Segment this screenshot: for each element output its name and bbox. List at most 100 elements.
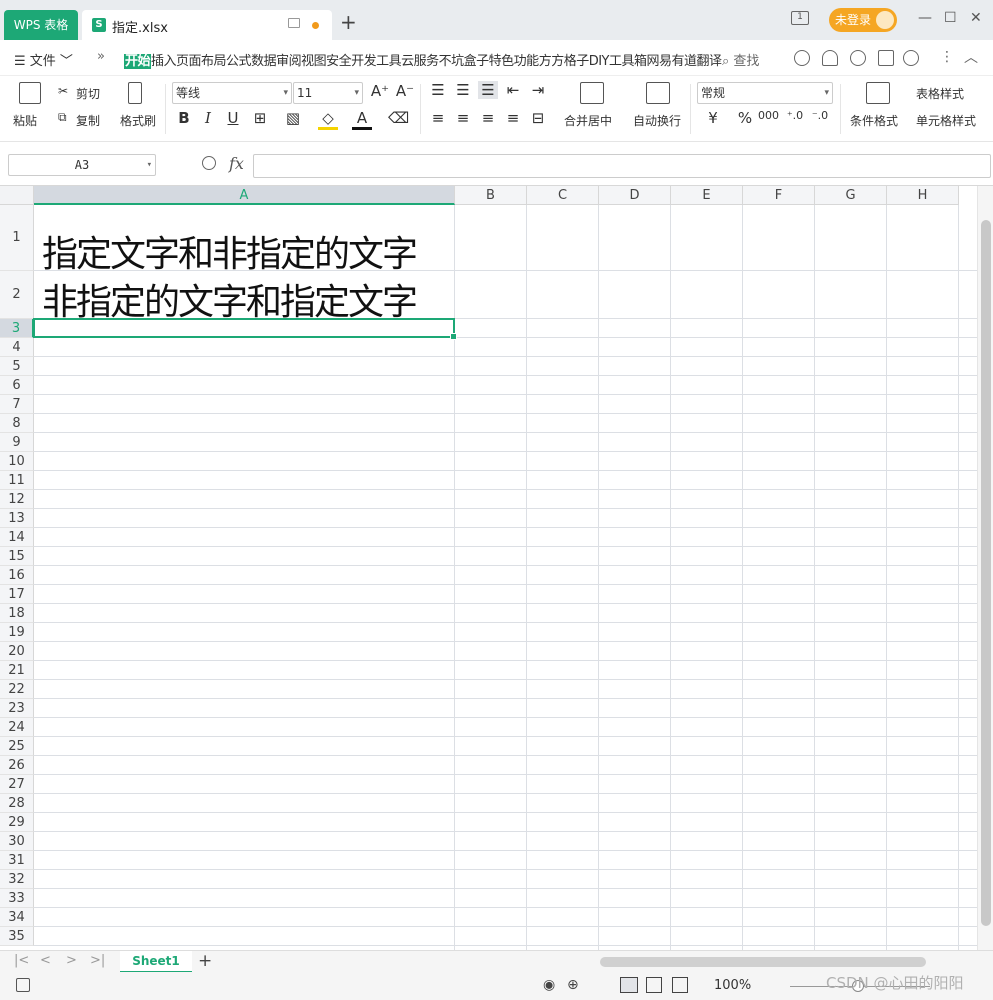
currency-button[interactable]: ¥ bbox=[703, 109, 723, 127]
align-center-icon[interactable]: ≡ bbox=[453, 109, 473, 127]
formula-input[interactable] bbox=[253, 154, 991, 178]
decrease-decimal-icon[interactable]: ⁻.0 bbox=[810, 109, 830, 122]
tab-data[interactable]: 数据 bbox=[251, 54, 277, 69]
tab-youdao[interactable]: 网易有道翻译 bbox=[647, 54, 723, 69]
tab-features[interactable]: 特色功能 bbox=[489, 54, 540, 69]
font-color-button[interactable]: A bbox=[352, 109, 372, 130]
column-header-c[interactable]: C bbox=[527, 186, 599, 205]
tab-diy[interactable]: DIY工具箱 bbox=[589, 54, 647, 69]
tab-view[interactable]: 视图 bbox=[301, 54, 327, 69]
clear-format-icon[interactable]: ⌫ bbox=[388, 109, 409, 127]
page-layout-view-icon[interactable] bbox=[646, 977, 662, 993]
add-sheet-button[interactable]: + bbox=[198, 951, 212, 971]
row-header-12[interactable]: 12 bbox=[0, 490, 34, 509]
align-middle-icon[interactable]: ☰ bbox=[453, 81, 473, 99]
column-header-f[interactable]: F bbox=[743, 186, 815, 205]
row-header-11[interactable]: 11 bbox=[0, 471, 34, 490]
font-name-select[interactable]: 等线 bbox=[172, 82, 292, 104]
paste-button[interactable]: 粘贴 bbox=[13, 112, 37, 129]
tab-page-layout[interactable]: 页面布局 bbox=[176, 54, 227, 69]
align-top-icon[interactable]: ☰ bbox=[428, 81, 448, 99]
align-right-icon[interactable]: ≡ bbox=[478, 109, 498, 127]
column-header-d[interactable]: D bbox=[599, 186, 671, 205]
column-header-h[interactable]: H bbox=[887, 186, 959, 205]
page-view-icon[interactable]: 1 bbox=[791, 11, 809, 25]
minimize-button[interactable]: — bbox=[918, 10, 932, 26]
merge-center-button[interactable]: 合并居中 bbox=[564, 112, 612, 129]
wrap-text-icon[interactable] bbox=[646, 82, 670, 104]
login-button[interactable]: 未登录 bbox=[829, 8, 897, 32]
increase-font-icon[interactable]: A⁺ bbox=[370, 82, 390, 100]
wrap-text-button[interactable]: 自动换行 bbox=[633, 112, 681, 129]
row-header-2[interactable]: 2 bbox=[0, 271, 34, 319]
first-sheet-icon[interactable]: |< bbox=[14, 953, 29, 968]
row-header-6[interactable]: 6 bbox=[0, 376, 34, 395]
column-header-g[interactable]: G bbox=[815, 186, 887, 205]
tab-ffcell[interactable]: 方方格子 bbox=[539, 54, 590, 69]
bold-button[interactable]: B bbox=[174, 109, 194, 127]
cloud-icon[interactable] bbox=[794, 50, 810, 66]
row-header-21[interactable]: 21 bbox=[0, 661, 34, 680]
zoom-level[interactable]: 100% bbox=[714, 978, 751, 993]
font-size-select[interactable]: 11 bbox=[293, 82, 363, 104]
row-header-29[interactable]: 29 bbox=[0, 813, 34, 832]
horizontal-scroll-thumb[interactable] bbox=[600, 957, 926, 967]
row-header-20[interactable]: 20 bbox=[0, 642, 34, 661]
reading-mode-icon[interactable]: ⊕ bbox=[567, 977, 579, 993]
row-header-1[interactable]: 1 bbox=[0, 205, 34, 271]
row-header-13[interactable]: 13 bbox=[0, 509, 34, 528]
overflow-menu-icon[interactable]: ⋮ bbox=[940, 49, 954, 65]
row-header-18[interactable]: 18 bbox=[0, 604, 34, 623]
document-tab[interactable]: S 指定.xlsx bbox=[82, 10, 332, 40]
row-header-28[interactable]: 28 bbox=[0, 794, 34, 813]
next-sheet-icon[interactable]: > bbox=[66, 953, 77, 968]
file-menu[interactable]: ☰ 文件 ﹀ bbox=[14, 50, 73, 69]
new-tab-button[interactable]: + bbox=[340, 12, 357, 32]
number-format-select[interactable]: 常规 bbox=[697, 82, 833, 104]
maximize-button[interactable]: ☐ bbox=[944, 10, 957, 26]
row-header-33[interactable]: 33 bbox=[0, 889, 34, 908]
prev-sheet-icon[interactable]: < bbox=[40, 953, 51, 968]
row-header-19[interactable]: 19 bbox=[0, 623, 34, 642]
cut-button[interactable]: 剪切 bbox=[76, 85, 100, 102]
italic-button[interactable]: I bbox=[198, 109, 218, 127]
zoom-lookup-icon[interactable] bbox=[202, 156, 216, 170]
row-header-34[interactable]: 34 bbox=[0, 908, 34, 927]
format-painter-button[interactable]: 格式刷 bbox=[120, 112, 156, 129]
tab-home[interactable]: 开始 bbox=[124, 54, 152, 69]
column-header-b[interactable]: B bbox=[455, 186, 527, 205]
conditional-format-icon[interactable] bbox=[866, 82, 890, 104]
row-header-3[interactable]: 3 bbox=[0, 319, 34, 338]
settings-gear-icon[interactable] bbox=[903, 50, 919, 66]
row-header-10[interactable]: 10 bbox=[0, 452, 34, 471]
thousands-button[interactable]: 000 bbox=[758, 109, 779, 122]
column-header-a[interactable]: A bbox=[34, 186, 455, 205]
close-button[interactable]: ✕ bbox=[970, 10, 982, 26]
row-header-30[interactable]: 30 bbox=[0, 832, 34, 851]
page-break-view-icon[interactable] bbox=[672, 977, 688, 993]
border-icon[interactable]: ⊞ bbox=[250, 109, 270, 127]
active-cell-selection[interactable] bbox=[33, 318, 457, 340]
row-header-23[interactable]: 23 bbox=[0, 699, 34, 718]
tab-security[interactable]: 安全 bbox=[326, 54, 352, 69]
collapse-ribbon-icon[interactable]: ︿ bbox=[964, 47, 978, 67]
increase-decimal-icon[interactable]: ⁺.0 bbox=[785, 109, 805, 122]
row-header-26[interactable]: 26 bbox=[0, 756, 34, 775]
column-header-e[interactable]: E bbox=[671, 186, 743, 205]
row-header-27[interactable]: 27 bbox=[0, 775, 34, 794]
row-header-15[interactable]: 15 bbox=[0, 547, 34, 566]
search-box[interactable]: ⌕ 查找 bbox=[722, 50, 759, 69]
normal-view-icon[interactable] bbox=[620, 977, 638, 993]
row-header-14[interactable]: 14 bbox=[0, 528, 34, 547]
share-user-icon[interactable] bbox=[822, 50, 838, 66]
row-header-35[interactable]: 35 bbox=[0, 927, 34, 946]
screen-icon[interactable] bbox=[288, 18, 300, 28]
row-header-9[interactable]: 9 bbox=[0, 433, 34, 452]
vertical-scrollbar[interactable] bbox=[977, 186, 993, 950]
tab-review[interactable]: 审阅 bbox=[276, 54, 302, 69]
row-header-17[interactable]: 17 bbox=[0, 585, 34, 604]
copy-button[interactable]: 复制 bbox=[76, 112, 100, 129]
increase-indent-icon[interactable]: ⇥ bbox=[528, 81, 548, 99]
align-bottom-icon[interactable]: ☰ bbox=[478, 81, 498, 99]
row-header-31[interactable]: 31 bbox=[0, 851, 34, 870]
